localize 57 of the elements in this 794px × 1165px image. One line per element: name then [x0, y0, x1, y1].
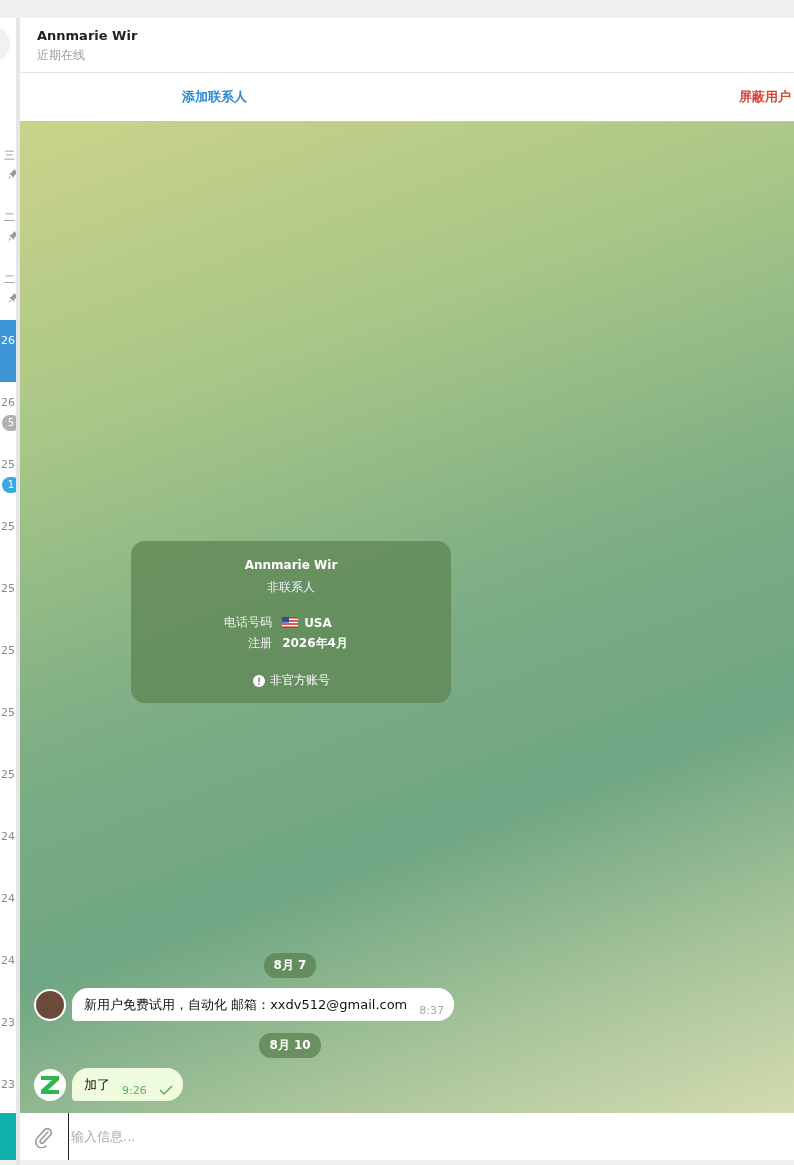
flag-icon	[282, 617, 299, 628]
logo-avatar	[34, 1069, 66, 1101]
chat-list-item[interactable]: 23	[0, 1002, 16, 1064]
message-text: 加了	[84, 1076, 110, 1094]
chat-list-item[interactable]: 25	[0, 630, 16, 692]
message-text: 新用户免费试用，自动化 邮箱：xxdv512@gmail.com	[84, 996, 408, 1014]
chat-list-item[interactable]: 26 5	[0, 382, 16, 444]
side-panel-footer	[0, 1113, 16, 1160]
chat-list-item[interactable]: 24	[0, 816, 16, 878]
card-name: Annmarie Wir	[244, 558, 338, 572]
chat-list-item[interactable]: 23	[0, 1064, 16, 1113]
chat-time: 24	[1, 954, 15, 967]
chat-list-item[interactable]: 二	[0, 196, 16, 258]
chat-time: 24	[1, 892, 15, 905]
unofficial-account-notice: 非官方账号	[269, 672, 330, 689]
chat-list-item[interactable]: 25	[0, 754, 16, 816]
chat-time: 24	[1, 830, 15, 843]
chat-time: 二	[4, 272, 15, 287]
chat-time: 25	[1, 768, 15, 781]
chat-list-item[interactable]: 24	[0, 878, 16, 940]
unread-badge: 1	[2, 477, 16, 493]
chat-list-item[interactable]: 25	[0, 568, 16, 630]
last-seen-status: 近期在线	[37, 47, 86, 64]
warning-icon	[252, 674, 265, 687]
chat-list-item[interactable]: 25	[0, 506, 16, 568]
chat-list-item[interactable]: 26	[0, 320, 16, 382]
chat-time: 26	[1, 396, 15, 409]
chat-time: 23	[1, 1016, 15, 1029]
info-value: USA	[304, 615, 332, 630]
info-label: 电话号码	[224, 614, 273, 631]
chat-time: 26	[1, 334, 15, 347]
info-value: 2026年4月	[282, 635, 348, 652]
message-time: 9:26	[122, 1084, 147, 1097]
chat-time: 25	[1, 458, 15, 471]
chat-list-item[interactable]: 三	[0, 134, 16, 196]
contact-status: 非联系人	[267, 579, 315, 596]
unread-badge: 5	[2, 415, 16, 431]
avatar-photo-placeholder	[34, 989, 66, 1021]
chat-time: 二	[4, 210, 15, 225]
chat-time: 25	[1, 644, 15, 657]
contact-name: Annmarie Wir	[37, 28, 139, 43]
chat-list-item[interactable]: 25	[0, 692, 16, 754]
add-contact-button[interactable]: 添加联系人	[20, 82, 409, 112]
chat-time: 25	[1, 520, 15, 533]
chat-time: 三	[4, 148, 15, 163]
date-separator: 8月 10	[259, 1033, 321, 1058]
block-user-button[interactable]: 屏蔽用户	[408, 82, 794, 112]
chat-list-item[interactable]: 24	[0, 940, 16, 1002]
info-label: 注册	[247, 635, 273, 652]
chat-list-item[interactable]: 25 1	[0, 444, 16, 506]
attach-icon[interactable]	[34, 1125, 54, 1148]
chat-time: 25	[1, 582, 15, 595]
chat-time: 23	[1, 1078, 15, 1091]
message-time: 8:37	[419, 1004, 444, 1017]
date-separator: 8月 7	[263, 953, 317, 978]
chat-list-item[interactable]: 二	[0, 258, 16, 320]
chat-time: 25	[1, 706, 15, 719]
